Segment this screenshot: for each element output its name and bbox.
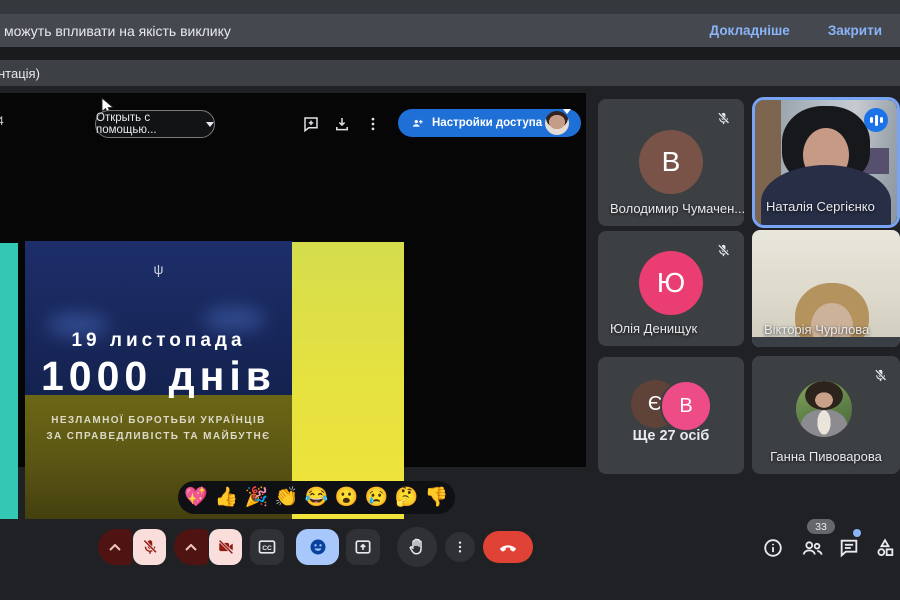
present-button[interactable]	[346, 529, 380, 565]
top-strip	[0, 0, 900, 14]
participant-tile[interactable]: Ю Юлія Денищук	[598, 231, 744, 346]
end-call-button[interactable]	[483, 531, 533, 563]
participant-name: Наталія Сергієнко	[766, 199, 875, 214]
reaction-laugh[interactable]: 😂	[305, 488, 329, 507]
open-with-label: Открыть с помощью...	[96, 112, 157, 136]
presentation-title-fragment: нтація)	[0, 65, 40, 81]
account-avatar[interactable]	[545, 111, 569, 135]
mic-muted-button[interactable]	[133, 529, 166, 565]
person-add-icon	[410, 116, 425, 131]
participant-name: Ганна Пивоварова	[770, 449, 882, 464]
slide-subline-2: ЗА СПРАВЕДЛИВІСТЬ ТА МАЙБУТНЄ	[46, 431, 271, 442]
reaction-cry[interactable]: 😢	[365, 488, 389, 507]
meet-window: можуть впливати на якість виклику Доклад…	[0, 0, 900, 600]
chat-icon[interactable]	[838, 537, 860, 559]
details-button[interactable]: Докладніше	[704, 22, 796, 39]
avatar-initial: Ю	[639, 251, 703, 315]
shared-screen-area: 4 Открыть с помощью... Настройки доступа	[0, 93, 586, 519]
banner-message: можуть впливати на якість виклику	[4, 22, 231, 39]
slide-yellow-stripe	[292, 242, 404, 519]
mic-options-chevron[interactable]	[98, 529, 132, 565]
chevron-down-icon	[206, 121, 214, 127]
avatar	[796, 381, 852, 437]
reaction-surprised[interactable]: 😮	[335, 488, 359, 507]
avatar-initial: В	[660, 380, 712, 432]
camera-off-button[interactable]	[209, 529, 242, 565]
slide-image: ψ 19 листопада 1000 днів НЕЗЛАМНОЇ БОРОТ…	[25, 241, 292, 519]
svg-text:CC: CC	[262, 545, 272, 552]
close-banner-button[interactable]: Закрити	[822, 22, 888, 39]
participant-tile[interactable]: В Володимир Чумачен...	[598, 99, 744, 226]
more-participants-label: Ще 27 осіб	[632, 428, 710, 444]
participant-name: Юлія Денищук	[610, 321, 698, 336]
slide-headline: 1000 днів	[41, 353, 276, 399]
reaction-thumbs-up[interactable]: 👍	[214, 488, 238, 507]
open-with-button[interactable]: Открыть с помощью...	[95, 110, 215, 138]
reactions-button[interactable]	[296, 529, 339, 565]
reaction-clap[interactable]: 👏	[275, 488, 299, 507]
reaction-party[interactable]: 🎉	[245, 488, 269, 507]
reaction-thumbs-down[interactable]: 👎	[425, 488, 449, 507]
share-settings-label: Настройки доступа	[432, 117, 543, 129]
raise-hand-button[interactable]	[397, 527, 437, 567]
download-icon[interactable]	[333, 115, 351, 133]
participant-name: Володимир Чумачен...	[610, 201, 744, 216]
active-speaker-tile[interactable]: Наталія Сергієнко	[752, 97, 900, 228]
participant-name: Вікторія Чурілова	[764, 322, 870, 337]
meeting-details-icon[interactable]	[762, 537, 784, 559]
activities-icon[interactable]	[874, 537, 896, 559]
add-comment-icon[interactable]	[302, 115, 320, 133]
tryzub-emblem: ψ	[153, 261, 164, 277]
gap-strip	[0, 47, 900, 60]
presentation-title-bar: нтація)	[0, 60, 900, 86]
slide-teal-stripe	[0, 243, 18, 519]
participant-tile[interactable]: Ганна Пивоварова	[752, 356, 900, 474]
reaction-heart[interactable]: 💖	[184, 488, 208, 507]
more-options-icon[interactable]	[364, 115, 382, 133]
participants-icon[interactable]	[800, 537, 823, 559]
more-participants-tile[interactable]: Є В Ще 27 осіб	[598, 357, 744, 474]
reactions-bar: 💖 👍 🎉 👏 😂 😮 😢 🤔 👎	[178, 481, 455, 514]
chat-notification-dot	[853, 529, 861, 537]
banner-actions: Докладніше Закрити	[704, 22, 900, 39]
mic-muted-icon	[716, 111, 731, 126]
participants-count-badge: 33	[807, 519, 835, 534]
avatar-initial: В	[639, 130, 703, 194]
captions-button[interactable]: CC	[250, 529, 284, 565]
slide-subline-1: НЕЗЛАМНОЇ БОРОТЬБИ УКРАЇНЦІВ	[51, 415, 266, 426]
mic-muted-icon	[716, 243, 731, 258]
participant-tile[interactable]: Вікторія Чурілова	[752, 230, 900, 347]
network-warning-banner: можуть впливати на якість виклику Доклад…	[0, 14, 900, 47]
speaking-indicator-icon	[864, 108, 888, 132]
more-options-button[interactable]	[445, 532, 475, 562]
page-indicator-fragment: 4	[0, 114, 4, 128]
reaction-thinking[interactable]: 🤔	[395, 488, 419, 507]
mic-muted-icon	[873, 368, 888, 383]
slide-date: 19 листопада	[71, 330, 246, 351]
camera-options-chevron[interactable]	[174, 529, 208, 565]
